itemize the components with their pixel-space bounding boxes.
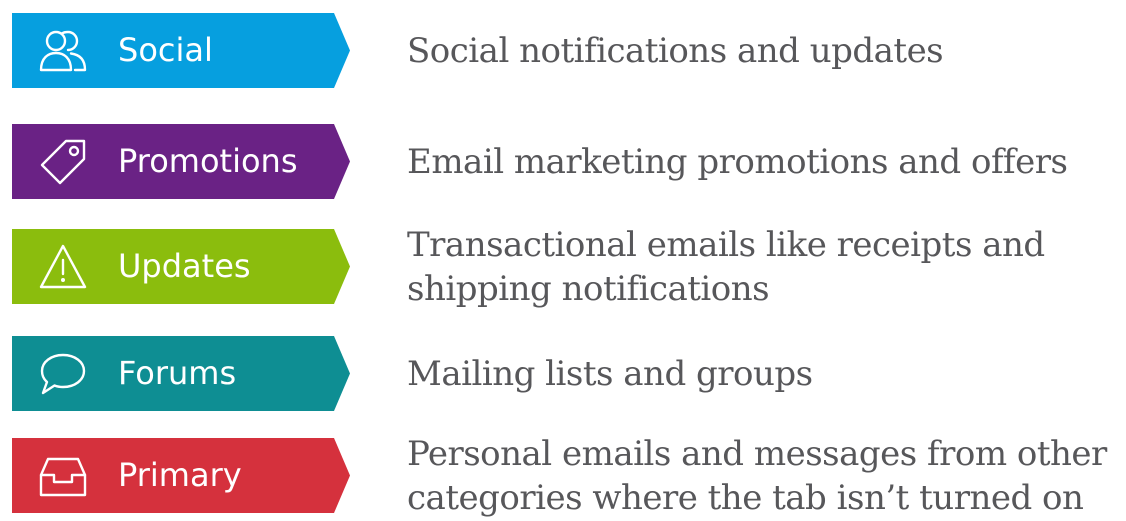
social-description: Social notifications and updates bbox=[407, 31, 944, 71]
category-row-primary: Primary Personal emails and messages fro… bbox=[0, 431, 1126, 521]
category-row-updates: Updates Transactional emails like receip… bbox=[0, 222, 1126, 312]
primary-tag: Primary bbox=[12, 438, 350, 513]
primary-label: Primary bbox=[118, 456, 242, 494]
social-tag: Social bbox=[12, 13, 350, 88]
warning-icon bbox=[38, 242, 88, 292]
updates-label: Updates bbox=[118, 247, 251, 285]
updates-description: Transactional emails like receipts and s… bbox=[407, 225, 1045, 309]
social-label: Social bbox=[118, 31, 213, 69]
primary-description: Personal emails and messages from other … bbox=[407, 434, 1107, 518]
inbox-tray-icon bbox=[38, 451, 88, 501]
tag-icon bbox=[38, 137, 88, 187]
category-row-social: Social Social notifications and updates bbox=[0, 6, 1126, 96]
category-row-promotions: Promotions Email marketing promotions an… bbox=[0, 117, 1126, 207]
category-row-forums: Forums Mailing lists and groups bbox=[0, 329, 1126, 419]
forums-tag: Forums bbox=[12, 336, 350, 411]
forums-label: Forums bbox=[118, 354, 237, 392]
users-icon bbox=[38, 26, 88, 76]
promotions-tag: Promotions bbox=[12, 124, 350, 199]
promotions-description: Email marketing promotions and offers bbox=[407, 142, 1068, 182]
promotions-label: Promotions bbox=[118, 142, 298, 180]
updates-tag: Updates bbox=[12, 229, 350, 304]
forums-description: Mailing lists and groups bbox=[407, 354, 813, 394]
speech-bubble-icon bbox=[38, 349, 88, 399]
